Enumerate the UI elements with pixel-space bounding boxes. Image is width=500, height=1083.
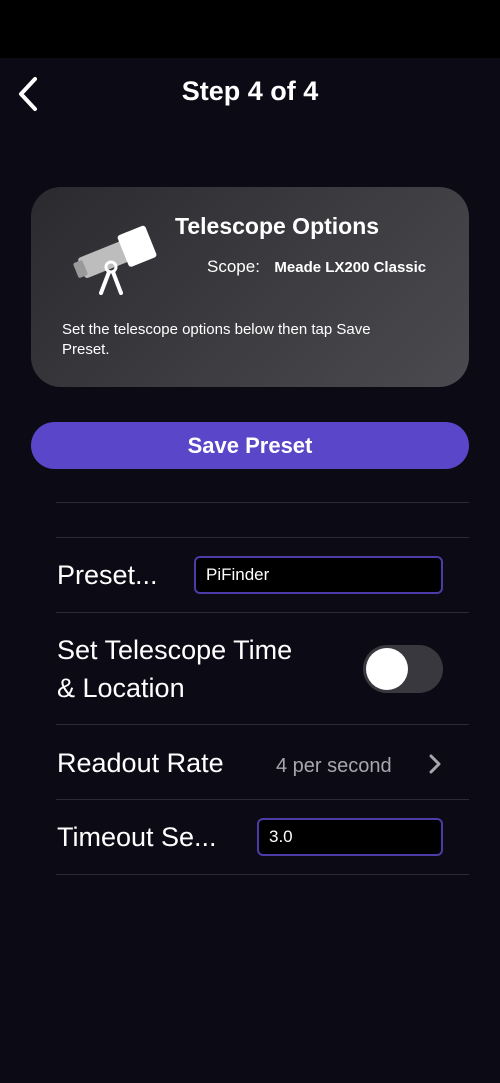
scope-info: Scope: Meade LX200 Classic (207, 257, 426, 277)
divider (56, 612, 469, 613)
divider (56, 502, 469, 503)
card-description: Set the telescope options below then tap… (62, 321, 371, 358)
scope-value: Meade LX200 Classic (274, 259, 427, 276)
toggle-knob (366, 648, 408, 690)
readout-rate-label: Readout Rate (57, 748, 224, 778)
time-location-label-line1: Set Telescope Time (57, 635, 293, 665)
save-preset-button[interactable]: Save Preset (31, 422, 469, 469)
divider (56, 874, 469, 875)
time-location-label-line2: & Location (57, 673, 185, 703)
preset-label: Preset... (57, 560, 158, 590)
navigation-bar: Step 4 of 4 (0, 58, 500, 130)
divider (56, 537, 469, 538)
timeout-label: Timeout Se... (57, 822, 217, 852)
card-title: Telescope Options (175, 213, 380, 239)
status-bar (0, 0, 500, 58)
scope-label: Scope: (207, 257, 260, 276)
chevron-right-icon (429, 754, 441, 774)
telescope-icon (73, 225, 157, 295)
divider (56, 724, 469, 725)
preset-name-input[interactable] (194, 556, 443, 594)
timeout-seconds-input[interactable] (257, 818, 443, 856)
divider (56, 799, 469, 800)
readout-rate-value: 4 per second (276, 755, 392, 777)
page-title: Step 4 of 4 (181, 76, 319, 106)
telescope-options-card: Telescope Options Scope: Meade LX200 Cla… (31, 187, 469, 387)
time-location-toggle[interactable] (363, 645, 443, 693)
